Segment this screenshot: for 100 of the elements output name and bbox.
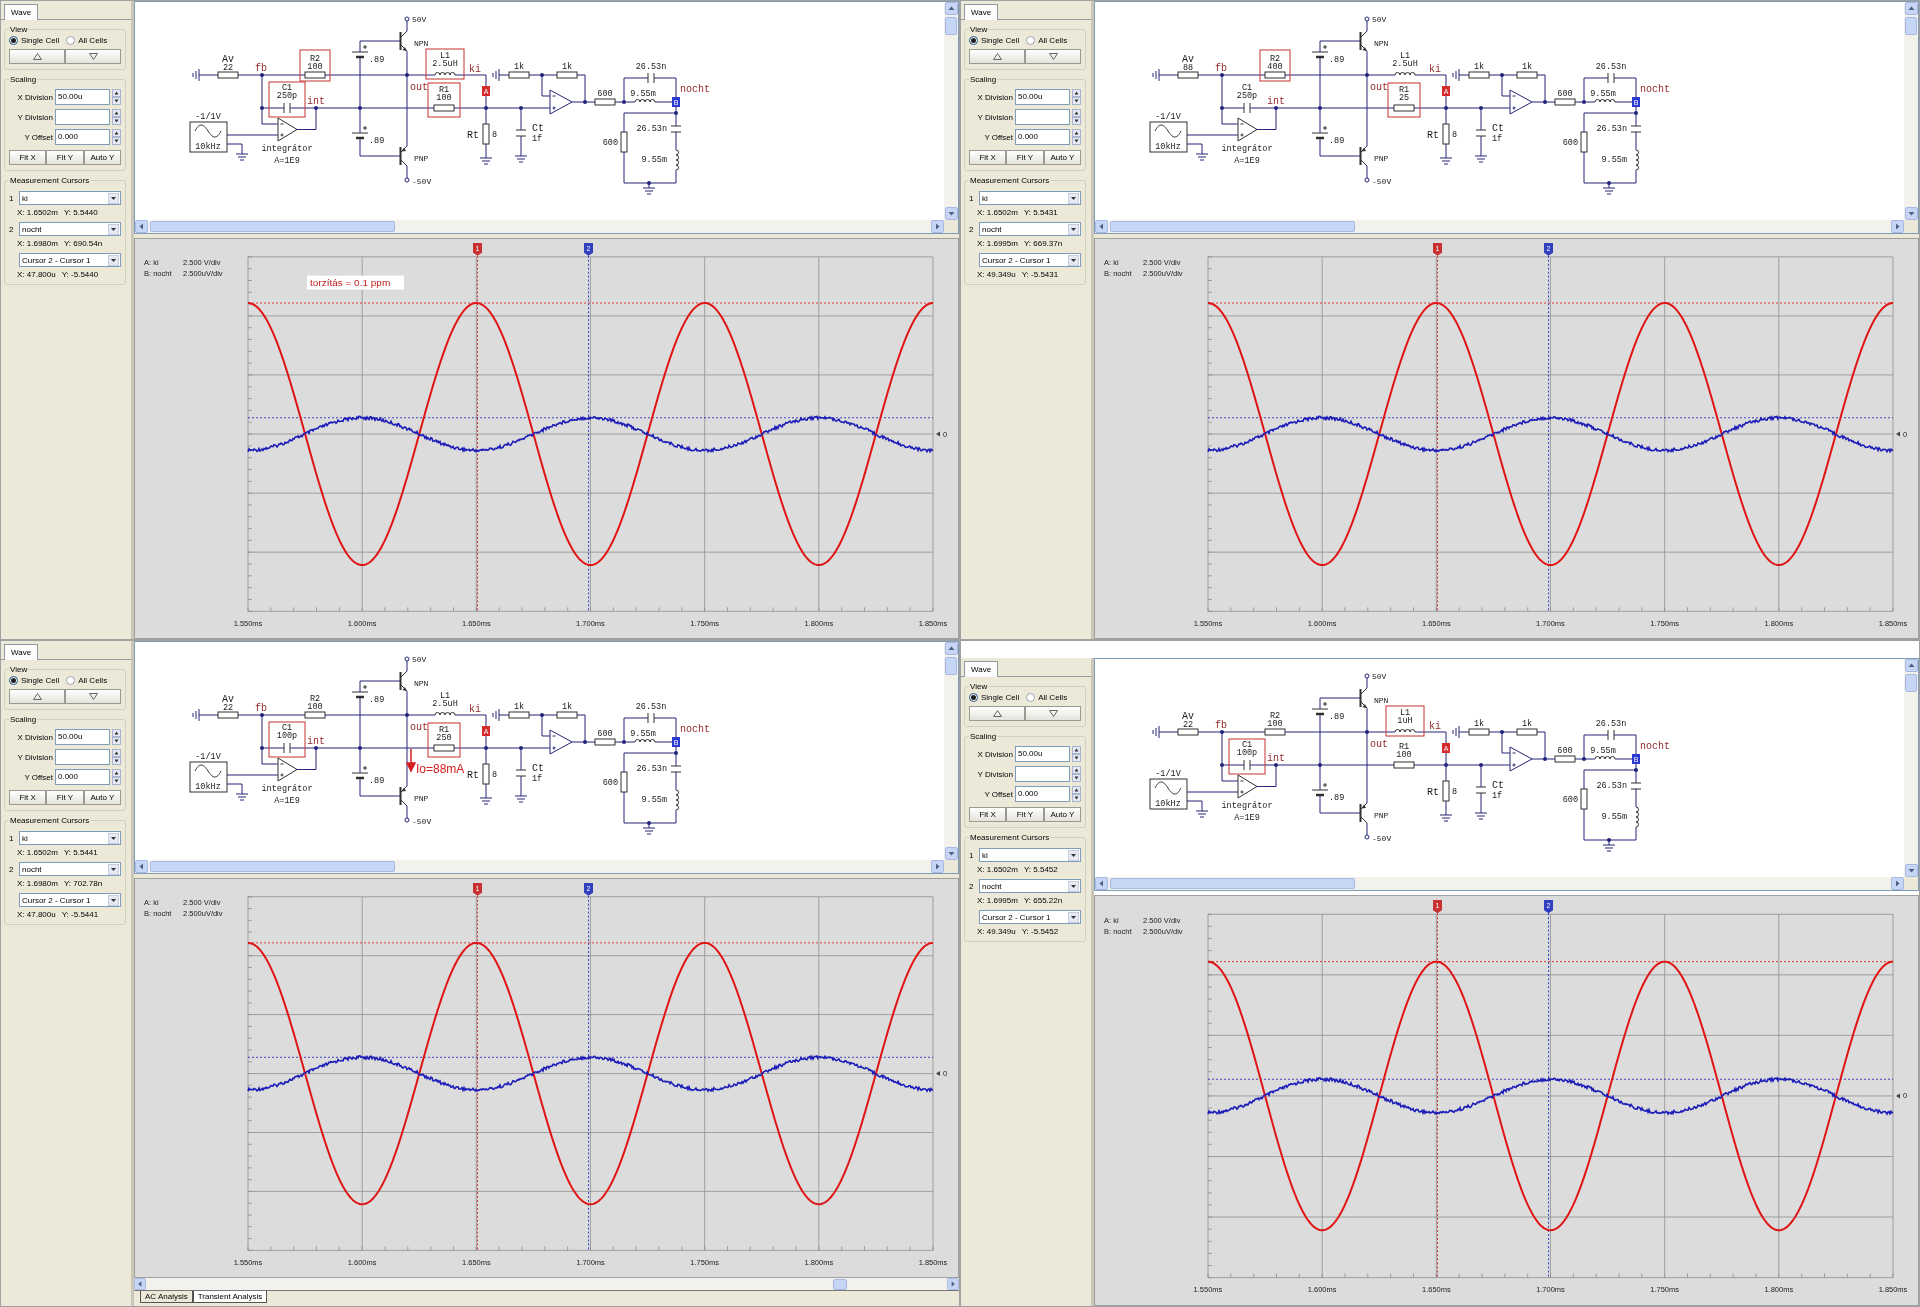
scaling-button[interactable]: Fit X	[969, 150, 1007, 165]
move-down-button[interactable]	[65, 689, 121, 704]
vertical-scrollbar[interactable]	[944, 642, 958, 860]
spinner-icon[interactable]	[1072, 89, 1081, 105]
panel-tab[interactable]: Wave	[4, 644, 39, 660]
input-field[interactable]: 0.000	[1015, 786, 1070, 802]
spinner-icon[interactable]	[1072, 766, 1081, 782]
spinner-icon[interactable]	[112, 749, 121, 765]
signal-dropdown[interactable]: ki	[19, 831, 121, 845]
view-radio[interactable]: Single Cell	[9, 676, 60, 685]
scrollbar-thumb[interactable]	[1905, 17, 1917, 35]
horizontal-scrollbar[interactable]	[135, 860, 944, 873]
input-field[interactable]	[1015, 766, 1070, 782]
move-down-button[interactable]	[65, 49, 121, 64]
radio-icon[interactable]	[9, 36, 18, 45]
horizontal-scrollbar[interactable]	[1095, 220, 1904, 233]
spinner-icon[interactable]	[1072, 109, 1081, 125]
analysis-tab[interactable]: AC Analysis	[140, 1291, 193, 1303]
spinner-icon[interactable]	[112, 129, 121, 145]
cursor-line[interactable]	[588, 895, 589, 1251]
view-radio[interactable]: Single Cell	[969, 693, 1020, 702]
input-field[interactable]: 0.000	[1015, 129, 1070, 145]
scaling-button[interactable]: Fit Y	[46, 150, 84, 165]
cursor-line[interactable]	[477, 255, 478, 612]
move-down-button[interactable]	[1025, 49, 1081, 64]
scrollbar-thumb[interactable]	[945, 657, 957, 675]
scrollbar-thumb[interactable]	[150, 221, 395, 232]
view-radio[interactable]: Single Cell	[969, 36, 1020, 45]
spinner-icon[interactable]	[1072, 129, 1081, 145]
spinner-icon[interactable]	[112, 89, 121, 105]
difference-dropdown[interactable]: Cursor 2 - Cursor 1	[979, 253, 1081, 267]
spinner-icon[interactable]	[112, 729, 121, 745]
view-radio[interactable]: Single Cell	[9, 36, 60, 45]
signal-dropdown[interactable]: nocht	[979, 879, 1081, 893]
input-field[interactable]	[55, 109, 110, 125]
signal-dropdown[interactable]: nocht	[19, 862, 121, 876]
spinner-icon[interactable]	[1072, 746, 1081, 762]
scaling-button[interactable]: Fit Y	[46, 790, 84, 805]
view-radio[interactable]: All Cells	[66, 676, 108, 685]
spinner-icon[interactable]	[112, 769, 121, 785]
scaling-button[interactable]: Fit X	[969, 807, 1007, 822]
vertical-scrollbar[interactable]	[1904, 659, 1918, 877]
scrollbar-thumb[interactable]	[150, 861, 395, 872]
radio-icon[interactable]	[66, 36, 76, 45]
vertical-scrollbar[interactable]	[944, 2, 958, 220]
cursor-line[interactable]	[1548, 255, 1549, 612]
scaling-button[interactable]: Fit X	[9, 790, 47, 805]
input-field[interactable]	[55, 749, 110, 765]
scaling-button[interactable]: Fit X	[9, 150, 47, 165]
spinner-icon[interactable]	[1072, 786, 1081, 802]
panel-tab[interactable]: Wave	[964, 4, 999, 20]
difference-dropdown[interactable]: Cursor 2 - Cursor 1	[19, 893, 121, 907]
move-down-button[interactable]	[1025, 706, 1081, 721]
panel-tab[interactable]: Wave	[964, 661, 999, 677]
cursor-line[interactable]	[477, 895, 478, 1251]
difference-dropdown[interactable]: Cursor 2 - Cursor 1	[979, 910, 1081, 924]
horizontal-scrollbar[interactable]	[1095, 877, 1904, 890]
cursor-line[interactable]	[588, 255, 589, 612]
input-field[interactable]: 0.000	[55, 129, 110, 145]
signal-dropdown[interactable]: nocht	[19, 222, 121, 236]
difference-dropdown[interactable]: Cursor 2 - Cursor 1	[19, 253, 121, 267]
signal-dropdown[interactable]: ki	[979, 191, 1081, 205]
input-field[interactable]: 50.00u	[1015, 746, 1070, 762]
horizontal-scrollbar[interactable]	[135, 220, 944, 233]
scrollbar-thumb[interactable]	[945, 17, 957, 35]
scaling-button[interactable]: Fit Y	[1006, 150, 1044, 165]
analysis-tab[interactable]: Transient Analysis	[192, 1291, 268, 1303]
vertical-scrollbar[interactable]	[1904, 2, 1918, 220]
input-field[interactable]: 50.00u	[55, 729, 110, 745]
view-radio[interactable]: All Cells	[1026, 36, 1068, 45]
input-field[interactable]	[1015, 109, 1070, 125]
cursor-line[interactable]	[1437, 255, 1438, 612]
horizontal-scrollbar[interactable]	[134, 1278, 959, 1290]
scaling-button[interactable]: Auto Y	[1043, 807, 1081, 822]
scaling-button[interactable]: Auto Y	[83, 790, 121, 805]
scaling-button[interactable]: Auto Y	[1043, 150, 1081, 165]
radio-icon[interactable]	[969, 36, 978, 45]
scaling-button[interactable]: Fit Y	[1006, 807, 1044, 822]
input-field[interactable]: 0.000	[55, 769, 110, 785]
scrollbar-thumb[interactable]	[1110, 878, 1355, 889]
cursor-line[interactable]	[1548, 912, 1549, 1279]
scrollbar-thumb[interactable]	[1905, 674, 1917, 692]
input-field[interactable]: 50.00u	[1015, 89, 1070, 105]
cursor-line[interactable]	[1437, 912, 1438, 1279]
radio-icon[interactable]	[1026, 36, 1036, 45]
signal-dropdown[interactable]: ki	[19, 191, 121, 205]
radio-icon[interactable]	[9, 676, 18, 685]
input-field[interactable]: 50.00u	[55, 89, 110, 105]
radio-icon[interactable]	[969, 693, 978, 702]
scaling-button[interactable]: Auto Y	[83, 150, 121, 165]
panel-tab[interactable]: Wave	[4, 4, 39, 20]
scrollbar-thumb[interactable]	[1110, 221, 1355, 232]
signal-dropdown[interactable]: nocht	[979, 222, 1081, 236]
radio-icon[interactable]	[1026, 693, 1036, 702]
signal-dropdown[interactable]: ki	[979, 848, 1081, 862]
view-radio[interactable]: All Cells	[66, 36, 108, 45]
spinner-icon[interactable]	[112, 109, 121, 125]
scrollbar-thumb[interactable]	[833, 1278, 847, 1290]
radio-icon[interactable]	[66, 676, 76, 685]
view-radio[interactable]: All Cells	[1026, 693, 1068, 702]
